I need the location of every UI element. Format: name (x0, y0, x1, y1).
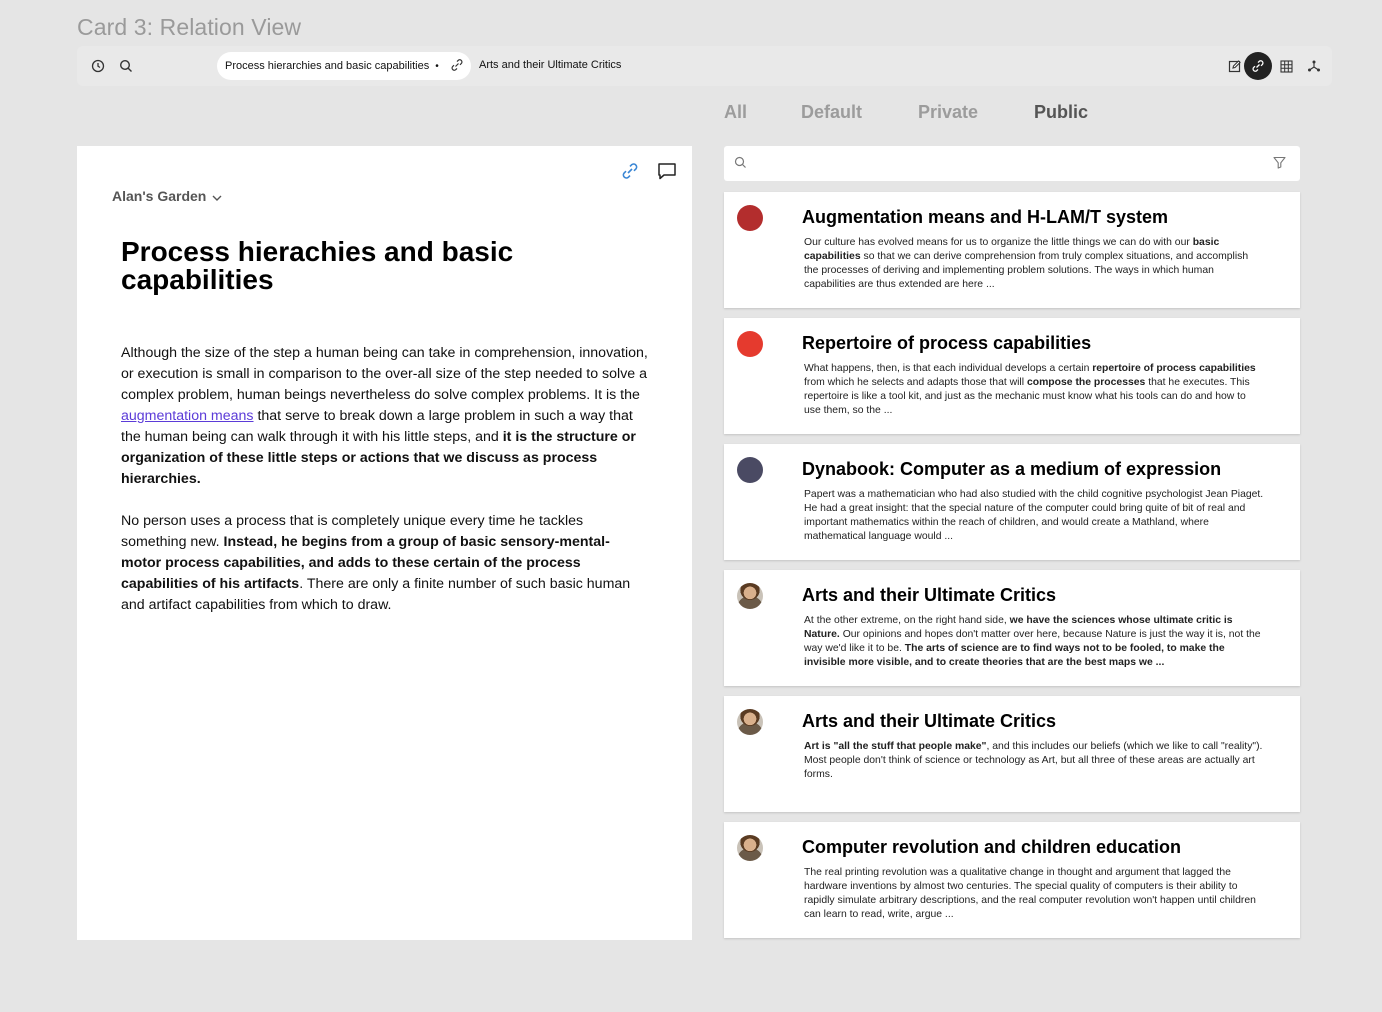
related-card[interactable]: Arts and their Ultimate Critics At the ot… (724, 570, 1300, 686)
card-title: Arts and their Ultimate Critics (802, 711, 1057, 731)
filter-tab-private[interactable]: Private (918, 102, 978, 123)
avatar (737, 205, 763, 231)
bold-text: Art is "all the stuff that people make" (804, 741, 987, 752)
filter-tab-all[interactable]: All (724, 102, 747, 123)
text: Papert was a mathematician who had also … (804, 489, 1264, 542)
text: Our culture has evolved means for us to … (804, 237, 1193, 248)
card-title: Augmentation means and H-LAM/T system (802, 207, 1169, 227)
garden-name: Alan's Garden (112, 188, 207, 204)
filter-tab-public[interactable]: Public (1034, 102, 1088, 123)
card-excerpt: Art is "all the stuff that people make",… (804, 740, 1264, 782)
document-body: Although the size of the step a human be… (121, 343, 649, 637)
bold-text: repertoire of process capabilities (1092, 363, 1256, 374)
text: from which he selects and adapts those t… (804, 377, 1027, 388)
comment-icon[interactable] (656, 160, 678, 182)
avatar (737, 583, 763, 609)
grid-icon[interactable] (1272, 52, 1300, 80)
card-title: Repertoire of process capabilities (802, 333, 1092, 353)
avatar (737, 457, 763, 483)
tab-arts-critics[interactable]: Arts and their Ultimate Critics (479, 59, 621, 71)
related-card[interactable]: Augmentation means and H-LAM/T system Our… (724, 192, 1300, 308)
bold-text: compose the processes (1026, 377, 1146, 388)
card-excerpt: What happens, then, is that each individ… (804, 362, 1264, 418)
link-icon[interactable] (619, 160, 641, 182)
card-title: Dynabook: Computer as a medium of expres… (802, 459, 1222, 479)
search-icon[interactable] (117, 57, 135, 75)
related-card[interactable]: Dynabook: Computer as a medium of expres… (724, 444, 1300, 560)
tab-separator: • (435, 60, 439, 72)
avatar (737, 331, 763, 357)
paragraph: Although the size of the step a human be… (121, 343, 649, 490)
card-title: Arts and their Ultimate Critics (802, 585, 1057, 605)
card-title: Computer revolution and children educati… (802, 837, 1182, 857)
related-card[interactable]: Repertoire of process capabilities What h… (724, 318, 1300, 434)
search-icon (734, 156, 747, 174)
related-card[interactable]: Arts and their Ultimate Critics Art is "a… (724, 696, 1300, 812)
card-excerpt: Papert was a mathematician who had also … (804, 488, 1264, 544)
garden-selector[interactable]: Alan's Garden (112, 188, 222, 204)
relation-link-icon[interactable] (1244, 52, 1272, 80)
document-panel: Alan's Garden Process hierachies and bas… (77, 146, 692, 940)
text: Although the size of the step a human be… (121, 345, 648, 403)
card-excerpt: At the other extreme, on the right hand … (804, 614, 1264, 670)
toolbar: Process hierarchies and basic capabiliti… (77, 46, 1332, 86)
card-excerpt: Our culture has evolved means for us to … (804, 236, 1264, 292)
history-icon[interactable] (89, 57, 107, 75)
text: so that we can derive comprehension from… (804, 251, 1249, 290)
filter-tab-default[interactable]: Default (801, 102, 862, 123)
augmentation-means-link[interactable]: augmentation means (121, 408, 254, 424)
avatar (737, 709, 763, 735)
frame-title: Card 3: Relation View (77, 14, 302, 40)
chevron-down-icon (212, 188, 222, 204)
link-icon[interactable] (449, 57, 465, 76)
tab-active-label: Process hierarchies and basic capabiliti… (225, 60, 430, 72)
paragraph: No person uses a process that is complet… (121, 511, 649, 616)
related-card[interactable]: Computer revolution and children educati… (724, 822, 1300, 938)
card-excerpt: The real printing revolution was a quali… (804, 866, 1264, 922)
search-input[interactable] (724, 146, 1300, 181)
page-title: Process hierachies and basic capabilitie… (121, 236, 514, 295)
text: What happens, then, is that each individ… (804, 363, 1093, 374)
tab-active[interactable]: Process hierarchies and basic capabiliti… (217, 52, 471, 80)
graph-icon[interactable] (1300, 52, 1328, 80)
filter-icon[interactable] (1273, 156, 1286, 174)
text: The real printing revolution was a quali… (804, 867, 1256, 920)
text: At the other extreme, on the right hand … (804, 615, 1010, 626)
avatar (737, 835, 763, 861)
